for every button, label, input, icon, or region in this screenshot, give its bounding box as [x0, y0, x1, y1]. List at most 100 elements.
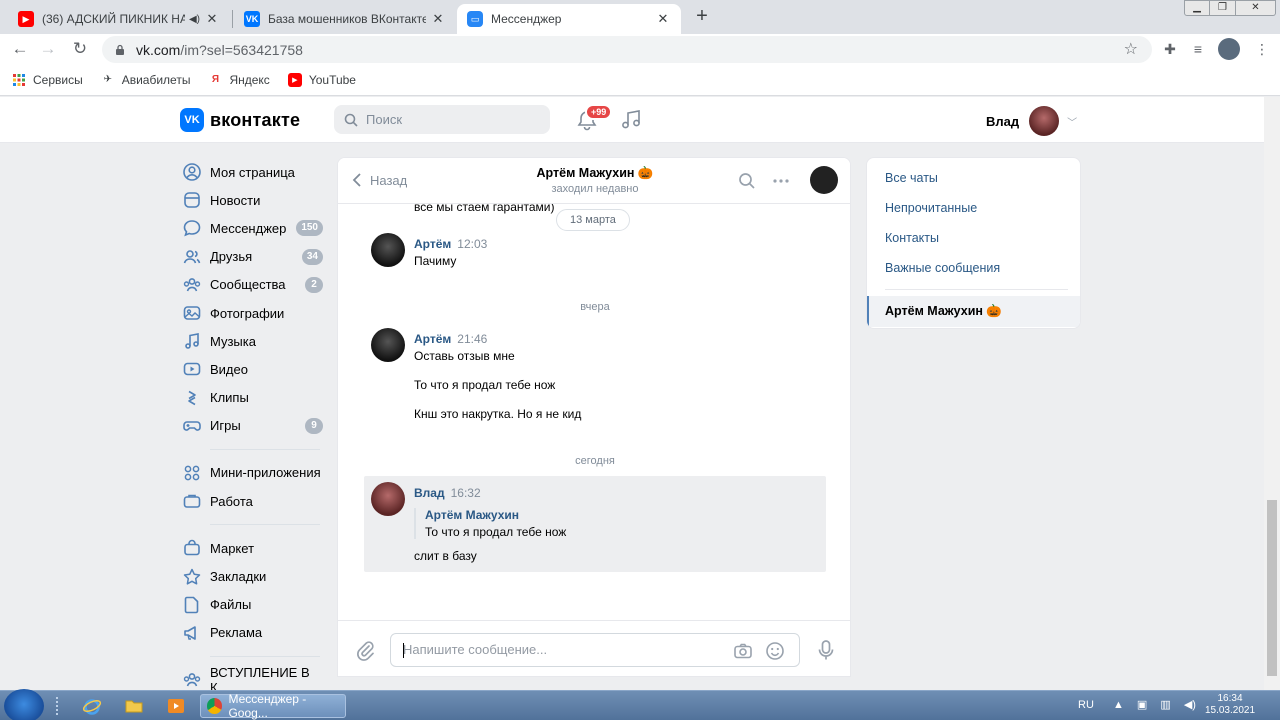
paperclip-icon[interactable]: [354, 639, 376, 661]
folder-icon[interactable]: [124, 696, 144, 716]
minimize-button[interactable]: ▁: [1184, 0, 1210, 16]
bookmark-youtube[interactable]: ▶ YouTube: [287, 72, 356, 87]
tab-separator: [232, 10, 233, 28]
start-button[interactable]: [4, 689, 44, 720]
message-input-box[interactable]: [390, 633, 800, 667]
counter-badge: 34: [301, 248, 323, 265]
message-history[interactable]: все мы стаем гарантами) 13 марта Артём 12…: [338, 204, 850, 620]
avatar[interactable]: [371, 328, 405, 362]
close-icon[interactable]: ✕: [204, 11, 220, 27]
internet-explorer-icon[interactable]: [82, 696, 102, 716]
lock-icon: [116, 44, 124, 55]
sidebar-item-video[interactable]: Видео: [182, 355, 327, 383]
page-scrollbar[interactable]: [1264, 97, 1280, 690]
left-sidebar: Моя страница Новости Мессенджер 150 Друз…: [182, 158, 327, 695]
vk-search-input[interactable]: Поиск: [334, 105, 550, 134]
bookmark-flights[interactable]: ✈ Авиабилеты: [101, 73, 191, 87]
sidebar-item-friends[interactable]: Друзья 34: [182, 243, 327, 271]
sidebar-item-music[interactable]: Музыка: [182, 327, 327, 355]
reading-list-icon[interactable]: ≡: [1188, 39, 1208, 59]
bookmark-services[interactable]: Сервисы: [12, 73, 83, 87]
close-icon[interactable]: ✕: [655, 11, 671, 27]
sidebar-item-my-page[interactable]: Моя страница: [182, 158, 327, 186]
new-tab-button[interactable]: +: [692, 6, 712, 26]
sidebar-item-bookmarks[interactable]: Закладки: [182, 562, 327, 590]
window-close-button[interactable]: ✕: [1236, 0, 1276, 16]
music-note-icon[interactable]: [620, 108, 642, 130]
language-indicator[interactable]: RU: [1078, 699, 1094, 711]
reload-icon[interactable]: ↻: [70, 39, 90, 59]
active-chat-item[interactable]: Артём Мажухин 🎃: [867, 296, 1080, 327]
filter-unread[interactable]: Непрочитанные: [885, 201, 977, 215]
filter-contacts[interactable]: Контакты: [885, 231, 939, 245]
avatar[interactable]: [371, 482, 405, 516]
back-arrow-icon[interactable]: ←: [10, 39, 30, 59]
forwarded-quote[interactable]: Артём Мажухин То что я продал тебе нож: [414, 508, 566, 539]
avatar[interactable]: [371, 233, 405, 267]
counter-badge: 150: [296, 220, 323, 237]
mute-icon[interactable]: ◀): [189, 14, 200, 25]
network-icon[interactable]: ▥: [1160, 699, 1170, 711]
tab-messenger[interactable]: ▭ Мессенджер ✕: [457, 4, 681, 34]
sidebar-item-market[interactable]: Маркет: [182, 534, 327, 562]
extensions-icon[interactable]: ✚: [1160, 39, 1180, 59]
close-icon[interactable]: ✕: [430, 11, 446, 27]
groups-icon: [183, 673, 201, 687]
tray-app-icon[interactable]: ▣: [1137, 699, 1147, 711]
tray-up-arrow-icon[interactable]: ▲: [1113, 699, 1124, 711]
sidebar-item-files[interactable]: Файлы: [182, 591, 327, 619]
more-dots-icon[interactable]: [772, 172, 790, 190]
tab-title: База мошенников ВКонтакте Кня: [268, 12, 426, 26]
address-bar[interactable]: vk.com/im?sel=563421758 ☆: [102, 36, 1152, 63]
bookmark-star-icon[interactable]: ☆: [1124, 39, 1138, 59]
sidebar-item-mini-apps[interactable]: Мини-приложения: [182, 459, 327, 487]
sidebar-item-games[interactable]: Игры 9: [182, 412, 327, 440]
camera-icon[interactable]: [733, 641, 753, 661]
maximize-button[interactable]: ❐: [1210, 0, 1236, 16]
forward-arrow-icon[interactable]: →: [38, 39, 58, 59]
profile-avatar[interactable]: [1218, 38, 1240, 60]
microphone-icon[interactable]: [816, 639, 836, 661]
tab-scam-database[interactable]: VK База мошенников ВКонтакте Кня ✕: [234, 4, 456, 34]
taskbar-app-chrome[interactable]: Мессенджер - Goog...: [200, 692, 346, 720]
message-input[interactable]: [403, 642, 723, 657]
filter-all-chats[interactable]: Все чаты: [885, 171, 938, 185]
filter-important[interactable]: Важные сообщения: [885, 261, 1000, 275]
message-author[interactable]: Артём: [414, 237, 451, 251]
sidebar-divider: [210, 656, 320, 657]
media-player-icon[interactable]: [166, 696, 186, 716]
sidebar-item-ads[interactable]: Реклама: [182, 619, 327, 647]
search-placeholder: Поиск: [366, 112, 403, 127]
airplane-icon: ✈: [103, 74, 112, 85]
sidebar-divider: [210, 448, 320, 450]
search-icon[interactable]: [738, 172, 756, 190]
peer-avatar[interactable]: [810, 166, 838, 194]
scrollbar-thumb[interactable]: [1267, 500, 1277, 676]
vk-logo[interactable]: VK вконтакте: [180, 108, 300, 132]
sidebar-item-news[interactable]: Новости: [182, 186, 327, 214]
menu-dots-icon[interactable]: ⋮: [1252, 39, 1272, 59]
bookmark-label: Сервисы: [33, 72, 83, 87]
date-pill: 13 марта: [556, 209, 630, 231]
message-author[interactable]: Артём: [414, 332, 451, 346]
sidebar-item-communities[interactable]: Сообщества 2: [182, 271, 327, 299]
url-path: /im?sel=563421758: [180, 41, 303, 58]
sidebar-item-messenger[interactable]: Мессенджер 150: [182, 214, 327, 242]
clock-date: 15.03.2021: [1204, 705, 1256, 716]
sidebar-item-photos[interactable]: Фотографии: [182, 299, 327, 327]
user-menu[interactable]: Влад ﹀: [986, 106, 1077, 136]
message-author[interactable]: Влад: [414, 486, 445, 500]
smile-icon[interactable]: [765, 641, 785, 661]
tab-title: Мессенджер: [491, 12, 562, 26]
system-tray: RU ▲ ▣ ▥ ◀): [1078, 698, 1196, 711]
tab-youtube[interactable]: ▶ (36) АДСКИЙ ПИКНИК НА ГОРЕ ◀) ✕: [8, 4, 230, 34]
sidebar-item-work[interactable]: Работа: [182, 487, 327, 515]
volume-icon[interactable]: ◀): [1184, 699, 1196, 711]
yandex-icon: Я: [211, 74, 220, 85]
quote-author[interactable]: Артём Мажухин: [425, 508, 566, 522]
sidebar-item-clips[interactable]: Клипы: [182, 384, 327, 412]
chat-panel: Назад Артём Мажухин 🎃 заходил недавно вс…: [337, 157, 851, 677]
window-controls: ▁ ❐ ✕: [1184, 0, 1276, 16]
system-clock[interactable]: 16:34 15.03.2021: [1200, 693, 1260, 717]
bookmark-yandex[interactable]: Я Яндекс: [208, 73, 270, 87]
